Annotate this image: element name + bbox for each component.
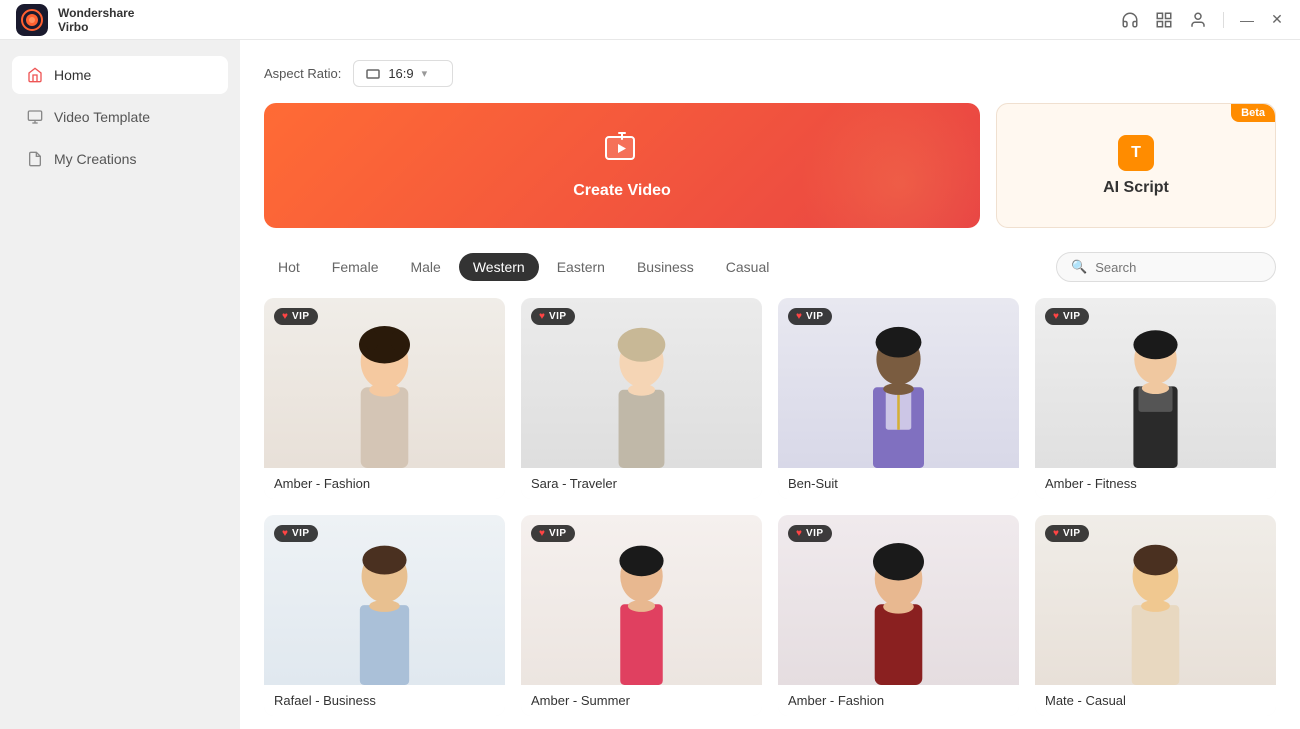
search-box: 🔍 bbox=[1056, 252, 1276, 282]
avatars-grid: ♥ VIP Amber - Fashion ♥ VIP bbox=[264, 298, 1276, 729]
avatar-image-sara-traveler: ♥ VIP bbox=[521, 298, 762, 468]
avatar-card-sara-traveler[interactable]: ♥ VIP Sara - Traveler bbox=[521, 298, 762, 499]
home-icon bbox=[26, 66, 44, 84]
vip-text: VIP bbox=[806, 311, 824, 322]
sidebar-item-home[interactable]: Home bbox=[12, 56, 228, 94]
main-layout: Home Video Template My Creations Aspect bbox=[0, 40, 1300, 729]
vip-text: VIP bbox=[1063, 311, 1081, 322]
vip-badge-amber-summer: ♥ VIP bbox=[531, 525, 575, 542]
sidebar-item-video-template[interactable]: Video Template bbox=[12, 98, 228, 136]
avatar-card-amber-fitness[interactable]: ♥ VIP Amber - Fitness bbox=[1035, 298, 1276, 499]
vip-heart-icon: ♥ bbox=[1053, 528, 1059, 539]
ai-script-label: AI Script bbox=[1103, 179, 1169, 197]
action-cards: Create Video Beta T AI Script bbox=[264, 103, 1276, 228]
vip-text: VIP bbox=[806, 528, 824, 539]
avatar-card-amber-fashion2[interactable]: ♥ VIP Amber - Fashion bbox=[778, 515, 1019, 716]
search-input[interactable] bbox=[1095, 260, 1271, 275]
filter-tabs: Hot Female Male Western Eastern Business… bbox=[264, 253, 783, 281]
avatar-image-amber-summer: ♥ VIP bbox=[521, 515, 762, 685]
vip-text: VIP bbox=[1063, 528, 1081, 539]
vip-text: VIP bbox=[549, 311, 567, 322]
vip-badge-sara-traveler: ♥ VIP bbox=[531, 308, 575, 325]
vip-heart-icon: ♥ bbox=[282, 311, 288, 322]
sidebar-home-label: Home bbox=[54, 67, 91, 83]
vip-badge-amber-fashion2: ♥ VIP bbox=[788, 525, 832, 542]
aspect-dropdown-arrow: ▾ bbox=[422, 67, 428, 80]
avatar-card-amber-summer[interactable]: ♥ VIP Amber - Summer bbox=[521, 515, 762, 716]
user-icon[interactable] bbox=[1189, 11, 1207, 29]
avatar-card-mate-casual[interactable]: ♥ VIP Mate - Casual bbox=[1035, 515, 1276, 716]
beta-badge: Beta bbox=[1231, 104, 1275, 122]
titlebar: Wondershare Virbo — ✕ bbox=[0, 0, 1300, 40]
ai-script-card[interactable]: Beta T AI Script bbox=[996, 103, 1276, 228]
sidebar: Home Video Template My Creations bbox=[0, 40, 240, 729]
vip-text: VIP bbox=[292, 311, 310, 322]
vip-badge-amber-fashion: ♥ VIP bbox=[274, 308, 318, 325]
tab-eastern[interactable]: Eastern bbox=[543, 253, 619, 281]
grid-icon[interactable] bbox=[1155, 11, 1173, 29]
create-video-icon bbox=[604, 131, 640, 174]
aspect-ratio-bar: Aspect Ratio: 16:9 ▾ bbox=[264, 60, 1276, 87]
vip-heart-icon: ♥ bbox=[282, 528, 288, 539]
avatar-image-rafael-business: ♥ VIP bbox=[264, 515, 505, 685]
vip-heart-icon: ♥ bbox=[796, 528, 802, 539]
create-video-label: Create Video bbox=[573, 182, 671, 200]
search-icon: 🔍 bbox=[1071, 259, 1087, 275]
tab-casual[interactable]: Casual bbox=[712, 253, 784, 281]
vip-text: VIP bbox=[292, 528, 310, 539]
avatar-image-ben-suit: ♥ VIP bbox=[778, 298, 1019, 468]
avatar-name-ben-suit: Ben-Suit bbox=[778, 468, 1019, 499]
titlebar-icons: — ✕ bbox=[1121, 11, 1284, 29]
avatar-name-rafael-business: Rafael - Business bbox=[264, 685, 505, 716]
vip-badge-mate-casual: ♥ VIP bbox=[1045, 525, 1089, 542]
vip-heart-icon: ♥ bbox=[1053, 311, 1059, 322]
avatar-name-mate-casual: Mate - Casual bbox=[1035, 685, 1276, 716]
vip-badge-rafael-business: ♥ VIP bbox=[274, 525, 318, 542]
vip-badge-amber-fitness: ♥ VIP bbox=[1045, 308, 1089, 325]
sidebar-item-my-creations[interactable]: My Creations bbox=[12, 140, 228, 178]
avatar-image-mate-casual: ♥ VIP bbox=[1035, 515, 1276, 685]
avatar-name-amber-fitness: Amber - Fitness bbox=[1035, 468, 1276, 499]
vip-heart-icon: ♥ bbox=[796, 311, 802, 322]
avatar-name-sara-traveler: Sara - Traveler bbox=[521, 468, 762, 499]
aspect-ratio-value: 16:9 bbox=[388, 66, 413, 81]
tab-western[interactable]: Western bbox=[459, 253, 539, 281]
sidebar-my-creations-label: My Creations bbox=[54, 151, 136, 167]
tab-female[interactable]: Female bbox=[318, 253, 393, 281]
tab-male[interactable]: Male bbox=[396, 253, 454, 281]
tab-business[interactable]: Business bbox=[623, 253, 708, 281]
avatar-image-amber-fitness: ♥ VIP bbox=[1035, 298, 1276, 468]
avatar-card-rafael-business[interactable]: ♥ VIP Rafael - Business bbox=[264, 515, 505, 716]
vip-badge-ben-suit: ♥ VIP bbox=[788, 308, 832, 325]
my-creations-icon bbox=[26, 150, 44, 168]
sidebar-video-template-label: Video Template bbox=[54, 109, 150, 125]
app-branding: Wondershare Virbo bbox=[16, 4, 134, 36]
avatar-image-amber-fashion: ♥ VIP bbox=[264, 298, 505, 468]
content-area: Aspect Ratio: 16:9 ▾ bbox=[240, 40, 1300, 729]
aspect-ratio-select[interactable]: 16:9 ▾ bbox=[353, 60, 453, 87]
vip-text: VIP bbox=[549, 528, 567, 539]
app-logo bbox=[16, 4, 48, 36]
app-name: Wondershare Virbo bbox=[58, 6, 134, 34]
filter-bar: Hot Female Male Western Eastern Business… bbox=[264, 252, 1276, 282]
tab-hot[interactable]: Hot bbox=[264, 253, 314, 281]
create-video-card[interactable]: Create Video bbox=[264, 103, 980, 228]
avatar-card-amber-fashion[interactable]: ♥ VIP Amber - Fashion bbox=[264, 298, 505, 499]
headset-icon[interactable] bbox=[1121, 11, 1139, 29]
video-template-icon bbox=[26, 108, 44, 126]
avatar-image-amber-fashion2: ♥ VIP bbox=[778, 515, 1019, 685]
minimize-button[interactable]: — bbox=[1240, 13, 1254, 27]
ai-script-icon: T bbox=[1118, 135, 1154, 171]
aspect-ratio-label: Aspect Ratio: bbox=[264, 66, 341, 81]
avatar-name-amber-fashion: Amber - Fashion bbox=[264, 468, 505, 499]
close-button[interactable]: ✕ bbox=[1270, 13, 1284, 27]
vip-heart-icon: ♥ bbox=[539, 528, 545, 539]
avatar-name-amber-summer: Amber - Summer bbox=[521, 685, 762, 716]
vip-heart-icon: ♥ bbox=[539, 311, 545, 322]
avatar-card-ben-suit[interactable]: ♥ VIP Ben-Suit bbox=[778, 298, 1019, 499]
avatar-name-amber-fashion2: Amber - Fashion bbox=[778, 685, 1019, 716]
titlebar-separator bbox=[1223, 12, 1224, 28]
